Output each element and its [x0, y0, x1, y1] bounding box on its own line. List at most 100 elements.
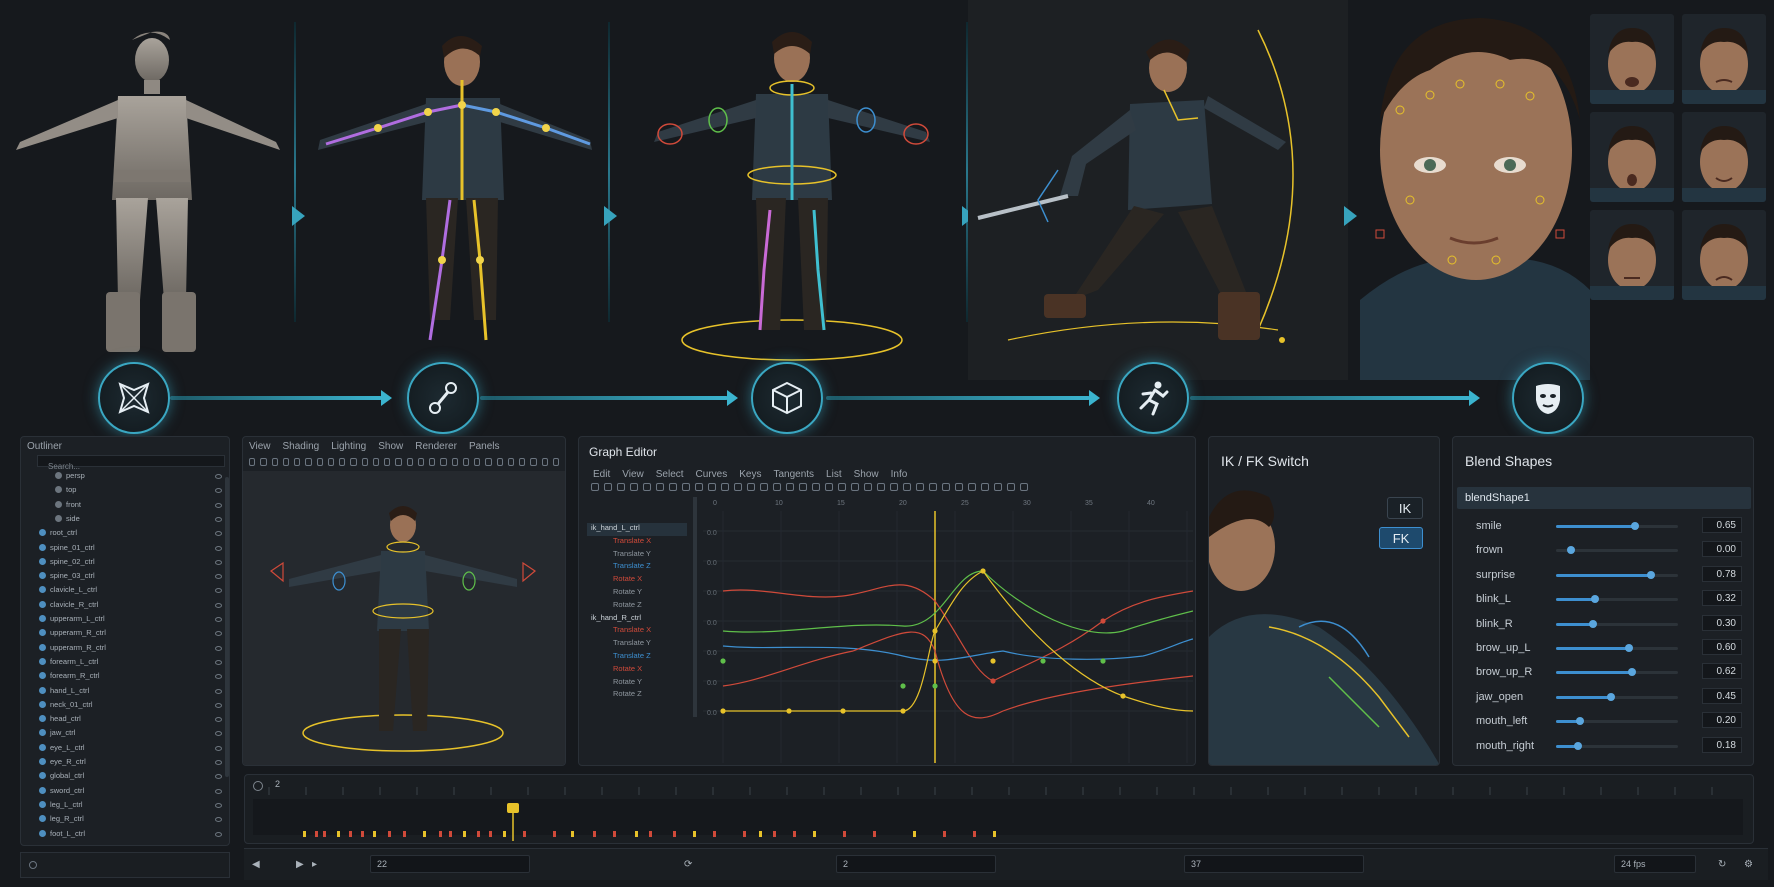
visibility-icon[interactable] [215, 617, 222, 622]
graph-editor-menu-item[interactable]: Tangents [773, 469, 814, 480]
mid-frame-field[interactable]: 2 [836, 855, 996, 873]
blend-shape-slider[interactable] [1556, 717, 1678, 726]
visibility-icon[interactable] [215, 559, 222, 565]
outliner-item[interactable]: upperarm_R_ctrl [29, 628, 222, 642]
slider-handle[interactable] [1606, 692, 1615, 701]
pipeline-step-mesh[interactable] [98, 362, 170, 434]
blend-shape-node-row[interactable]: blendShape1 [1457, 487, 1751, 509]
outliner-item[interactable]: forearm_L_ctrl [29, 657, 222, 671]
outliner-item[interactable]: leg_R_ctrl [29, 814, 222, 828]
graph-editor-menu-item[interactable]: Show [854, 469, 879, 480]
outliner-item[interactable]: clavicle_R_ctrl [29, 600, 222, 614]
graph-editor-menu-item[interactable]: Info [891, 469, 908, 480]
channel-scrollbar[interactable] [693, 497, 697, 717]
pipeline-step-facial[interactable] [1512, 362, 1584, 434]
blend-shape-value-field[interactable]: 0.32 [1702, 590, 1742, 607]
visibility-icon[interactable] [215, 588, 222, 594]
outliner-item[interactable]: side [29, 514, 222, 528]
refresh-icon[interactable]: ↻ [1718, 859, 1726, 870]
visibility-icon[interactable] [215, 774, 222, 780]
visibility-icon[interactable] [215, 545, 222, 551]
end-frame-field[interactable]: 37 [1184, 855, 1364, 873]
blend-shape-slider[interactable] [1556, 522, 1678, 530]
slider-handle[interactable] [1625, 644, 1634, 652]
expression-thumb[interactable] [1682, 14, 1766, 104]
channel-attribute[interactable]: Rotate Z [587, 600, 687, 613]
blend-shape-slider[interactable] [1556, 692, 1678, 701]
expression-thumb[interactable] [1590, 14, 1674, 104]
slider-handle[interactable] [1591, 595, 1600, 604]
settings-icon[interactable]: ⚙ [1744, 859, 1753, 870]
graph-editor-menu-item[interactable]: Edit [593, 469, 610, 480]
blend-shape-value-field[interactable]: 0.30 [1702, 614, 1742, 631]
visibility-icon[interactable] [215, 531, 222, 537]
visibility-icon[interactable] [215, 831, 222, 837]
outliner-scrollbar[interactable] [225, 477, 229, 777]
visibility-icon[interactable] [215, 788, 222, 794]
blend-shape-value-field[interactable]: 0.78 [1702, 565, 1742, 582]
visibility-icon[interactable] [215, 645, 222, 651]
visibility-icon[interactable] [215, 602, 222, 608]
viewport-menu-item[interactable]: View [249, 441, 271, 452]
blend-shape-value-field[interactable]: 0.45 [1702, 687, 1742, 704]
outliner-search-field[interactable]: Search... [37, 455, 225, 471]
outliner-item[interactable]: root_ctrl [29, 528, 222, 542]
channel-attribute[interactable]: Rotate X [587, 574, 687, 587]
channel-attribute[interactable]: Translate Y [587, 638, 687, 651]
expression-thumb[interactable] [1682, 210, 1766, 300]
visibility-icon[interactable] [215, 502, 222, 508]
visibility-icon[interactable] [215, 516, 222, 522]
visibility-icon[interactable] [215, 817, 222, 823]
graph-editor-menu-item[interactable]: View [622, 469, 644, 480]
visibility-icon[interactable] [215, 702, 222, 708]
graph-editor-menu-item[interactable]: Keys [739, 469, 761, 480]
visibility-icon[interactable] [215, 717, 222, 723]
pipeline-step-animation[interactable] [1117, 362, 1189, 434]
blend-shape-slider[interactable] [1556, 644, 1678, 652]
outliner-item[interactable]: upperarm_L_ctrl [29, 614, 222, 628]
viewport-menu-item[interactable]: Renderer [415, 441, 457, 452]
visibility-icon[interactable] [215, 674, 222, 680]
visibility-icon[interactable] [215, 488, 222, 494]
visibility-icon[interactable] [215, 760, 222, 765]
loop-icon[interactable]: ⟳ [684, 859, 692, 870]
blend-shape-slider[interactable] [1556, 546, 1678, 555]
ik-button[interactable]: IK [1387, 497, 1423, 519]
outliner-item[interactable]: head_ctrl [29, 714, 222, 728]
timeline-track[interactable] [249, 777, 1749, 843]
channel-attribute[interactable]: Translate Y [587, 549, 687, 562]
channel-attribute[interactable]: Rotate Z [587, 689, 687, 702]
blend-shape-slider[interactable] [1556, 619, 1678, 628]
blend-shape-value-field[interactable]: 0.60 [1702, 639, 1742, 655]
channel-node[interactable]: ik_hand_R_ctrl [587, 613, 687, 626]
blend-shape-value-field[interactable]: 0.62 [1702, 663, 1742, 680]
outliner-item[interactable]: upperarm_R_ctrl [29, 643, 222, 657]
viewport-menu-item[interactable]: Show [378, 441, 403, 452]
slider-handle[interactable] [1647, 570, 1656, 579]
channel-attribute[interactable]: Translate Z [587, 561, 687, 574]
visibility-icon[interactable] [215, 802, 222, 808]
outliner-item[interactable]: sword_ctrl [29, 786, 222, 800]
slider-handle[interactable] [1576, 717, 1585, 726]
blend-shape-slider[interactable] [1556, 668, 1678, 677]
outliner-item[interactable]: leg_L_ctrl [29, 800, 222, 814]
play-icon[interactable]: ▶ [296, 859, 304, 870]
viewport-canvas[interactable] [243, 471, 566, 766]
graph-editor-menu-item[interactable]: Curves [696, 469, 728, 480]
visibility-icon[interactable] [215, 688, 222, 694]
blend-shape-value-field[interactable]: 0.18 [1702, 736, 1742, 753]
blend-shape-value-field[interactable]: 0.65 [1702, 517, 1742, 533]
slider-handle[interactable] [1573, 741, 1582, 750]
slider-handle[interactable] [1566, 546, 1575, 555]
outliner-item[interactable]: eye_L_ctrl [29, 743, 222, 757]
expression-thumb[interactable] [1590, 112, 1674, 202]
outliner-item[interactable]: jaw_ctrl [29, 728, 222, 742]
outliner-item[interactable]: spine_02_ctrl [29, 557, 222, 571]
visibility-icon[interactable] [215, 631, 222, 637]
slider-handle[interactable] [1588, 619, 1597, 628]
graph-editor-menu-item[interactable]: List [826, 469, 842, 480]
outliner-item[interactable]: foot_L_ctrl [29, 829, 222, 843]
slider-handle[interactable] [1627, 668, 1636, 677]
fk-button[interactable]: FK [1379, 527, 1423, 549]
viewport-menu-item[interactable]: Lighting [331, 441, 366, 452]
